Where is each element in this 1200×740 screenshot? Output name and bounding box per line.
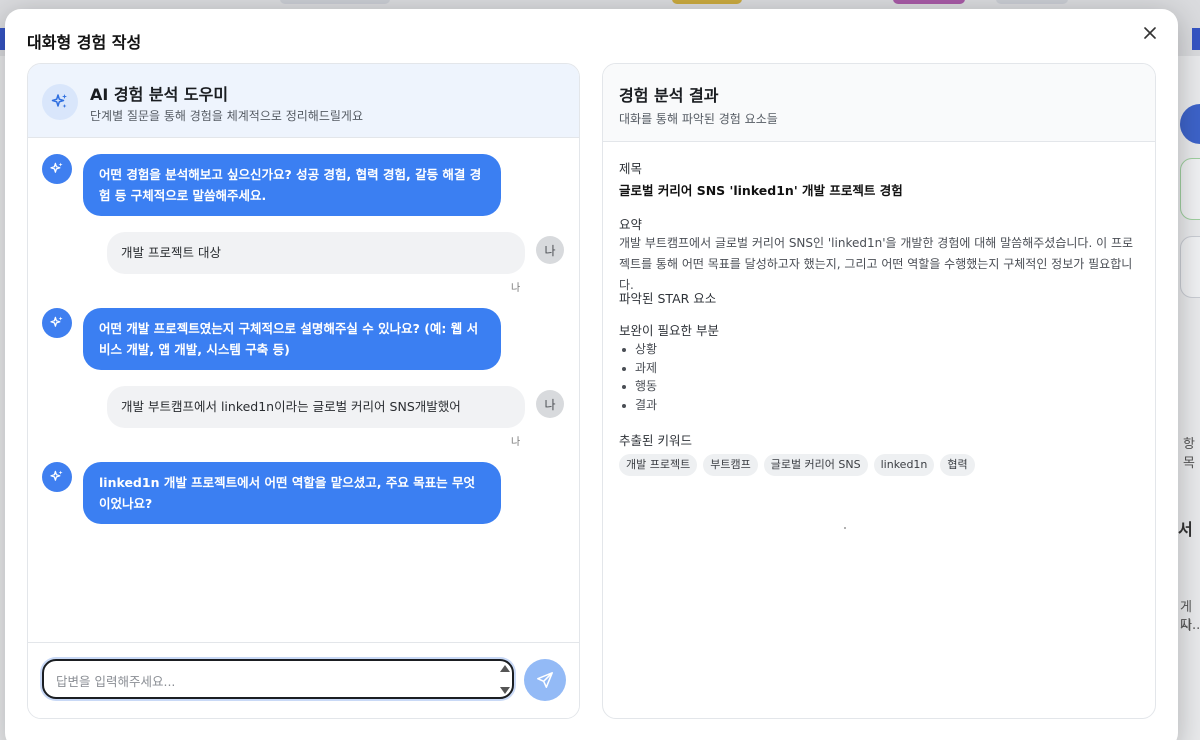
list-item: 과제 <box>619 359 657 378</box>
needs-list: 상황 과제 행동 결과 <box>619 340 657 414</box>
assistant-avatar <box>42 84 78 120</box>
list-item: 상황 <box>619 340 657 359</box>
send-button[interactable] <box>524 659 566 701</box>
keyword-chip: 개발 프로젝트 <box>619 454 698 476</box>
summary-text: 개발 부트캠프에서 글로벌 커리어 SNS인 'linked1n'을 개발한 경… <box>619 236 1134 292</box>
background-nav-pill <box>893 0 965 4</box>
user-message: 개발 프로젝트 대상 <box>107 232 525 274</box>
bot-avatar <box>42 308 72 338</box>
bot-message: 어떤 개발 프로젝트였는지 구체적으로 설명해주실 수 있나요? (예: 웹 서… <box>83 308 501 370</box>
bot-message: 어떤 경험을 분석해보고 싶으신가요? 성공 경험, 협력 경험, 갈등 해결 … <box>83 154 501 216</box>
bot-avatar <box>42 462 72 492</box>
chat-panel: AI 경험 분석 도우미 단계별 질문을 통해 경험을 체계적으로 정리해드릴게… <box>27 63 580 719</box>
user-avatar: 나 <box>536 236 564 264</box>
bot-message: linked1n 개발 프로젝트에서 어떤 역할을 맡으셨고, 주요 목표는 무… <box>83 462 501 524</box>
keyword-list: 개발 프로젝트 부트캠프 글로벌 커리어 SNS linked1n 협력 <box>619 454 975 476</box>
sparkles-icon <box>50 316 63 327</box>
answer-input[interactable] <box>42 659 514 699</box>
background-nav-pill <box>996 0 1068 4</box>
user-avatar: 나 <box>536 390 564 418</box>
modal-title: 대화형 경험 작성 <box>27 33 142 52</box>
background-accent-bar <box>1192 28 1200 50</box>
chat-header: AI 경험 분석 도우미 단계별 질문을 통해 경험을 체계적으로 정리해드릴게… <box>28 64 579 138</box>
keyword-chip: 부트캠프 <box>703 454 758 476</box>
result-panel: 경험 분석 결과 대화를 통해 파악된 경험 요소들 제목 글로벌 커리어 SN… <box>602 63 1156 719</box>
user-name: 나 <box>511 283 521 294</box>
send-icon <box>537 672 553 688</box>
close-icon <box>1144 27 1156 39</box>
list-item: 행동 <box>619 377 657 396</box>
keywords-label: 추출된 키워드 <box>619 433 692 448</box>
needs-label: 보완이 필요한 부분 <box>619 323 719 338</box>
user-message: 개발 부트캠프에서 linked1n이라는 글로벌 커리어 SNS개발했어 <box>107 386 525 428</box>
list-item: 결과 <box>619 396 657 415</box>
title-label: 제목 <box>619 161 643 176</box>
experience-modal: 대화형 경험 작성 AI 경험 분석 도우미 단계별 질문을 통해 경험을 체계… <box>5 9 1178 740</box>
keyword-chip: 협력 <box>940 454 975 476</box>
summary-label: 요약 <box>619 217 643 232</box>
chat-input-bar <box>28 642 579 718</box>
keyword-chip: linked1n <box>873 454 935 476</box>
keyword-chip: 글로벌 커리어 SNS <box>763 454 868 476</box>
background-nav-pill <box>672 0 742 4</box>
loading-dot <box>844 527 846 529</box>
assistant-subtitle: 단계별 질문을 통해 경험을 체계적으로 정리해드릴게요 <box>90 109 363 123</box>
input-scroll-down-icon[interactable] <box>500 687 510 694</box>
assistant-title: AI 경험 분석 도우미 <box>90 85 229 104</box>
bot-avatar <box>42 154 72 184</box>
star-label: 파악된 STAR 요소 <box>619 291 717 306</box>
background-nav-pill <box>280 0 390 4</box>
background-text: 항목 <box>1183 437 1195 471</box>
background-text: 서 <box>1178 520 1193 539</box>
result-header: 경험 분석 결과 대화를 통해 파악된 경험 요소들 <box>603 64 1155 142</box>
sparkles-icon <box>50 470 63 481</box>
background-side-button <box>1180 104 1200 144</box>
user-name: 나 <box>511 437 521 448</box>
background-text: 다.... <box>1180 618 1200 633</box>
sparkles-icon <box>50 162 63 173</box>
close-button[interactable] <box>1138 21 1162 45</box>
background-side-card <box>1180 236 1200 298</box>
sparkles-icon <box>51 94 67 108</box>
result-subtitle: 대화를 통해 파악된 경험 요소들 <box>619 112 778 126</box>
experience-title: 글로벌 커리어 SNS 'linked1n' 개발 프로젝트 경험 <box>619 183 903 198</box>
result-title: 경험 분석 결과 <box>619 86 719 105</box>
background-side-card <box>1180 158 1200 220</box>
chat-messages: 어떤 경험을 분석해보고 싶으신가요? 성공 경험, 협력 경험, 갈등 해결 … <box>28 138 579 642</box>
input-scroll-up-icon[interactable] <box>500 665 510 672</box>
